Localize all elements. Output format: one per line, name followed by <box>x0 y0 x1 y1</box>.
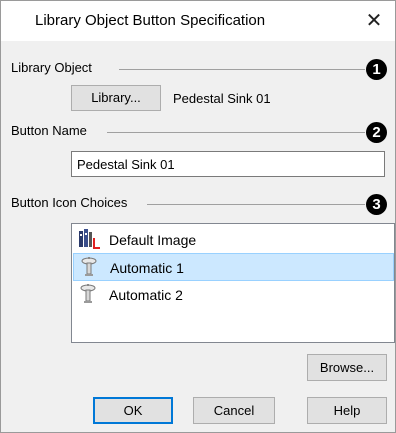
browse-button[interactable]: Browse... <box>307 354 387 381</box>
pedestal-sink-icon <box>81 257 97 276</box>
callout-2-icon: 2 <box>366 122 387 143</box>
list-item-label: Default Image <box>109 232 197 248</box>
list-item-default-image[interactable]: Default Image <box>73 226 394 254</box>
close-button[interactable]: ✕ <box>361 8 387 34</box>
button-icon-choices-group-line <box>147 204 365 205</box>
list-item-label: Automatic 2 <box>109 287 183 303</box>
list-item-automatic-2[interactable]: Automatic 2 <box>73 281 394 309</box>
library-object-button-dialog: Library Object Button Specification ✕ Li… <box>0 0 396 433</box>
library-button[interactable]: Library... <box>71 85 161 111</box>
help-button[interactable]: Help <box>307 397 387 424</box>
icon-choices-list[interactable]: Default Image Automatic 1 Automatic 2 <box>71 223 395 343</box>
button-name-input[interactable]: Pedestal Sink 01 <box>71 151 385 177</box>
library-object-group-line <box>119 69 365 70</box>
list-item-automatic-1[interactable]: Automatic 1 <box>73 253 394 281</box>
callout-3-icon: 3 <box>366 194 387 215</box>
button-name-group-label: Button Name <box>11 123 91 138</box>
list-item-label: Automatic 1 <box>110 260 184 276</box>
library-object-name: Pedestal Sink 01 <box>173 91 271 106</box>
button-icon-choices-group-label: Button Icon Choices <box>11 195 132 210</box>
library-object-group-label: Library Object <box>11 60 96 75</box>
cancel-button[interactable]: Cancel <box>193 397 275 424</box>
callout-1-icon: 1 <box>366 59 387 80</box>
pedestal-sink-icon <box>80 284 96 303</box>
default-image-icon <box>79 229 100 249</box>
ok-button[interactable]: OK <box>93 397 173 424</box>
dialog-title: Library Object Button Specification <box>35 12 266 29</box>
button-name-group-line <box>107 132 365 133</box>
title-bar: Library Object Button Specification ✕ <box>1 1 395 41</box>
